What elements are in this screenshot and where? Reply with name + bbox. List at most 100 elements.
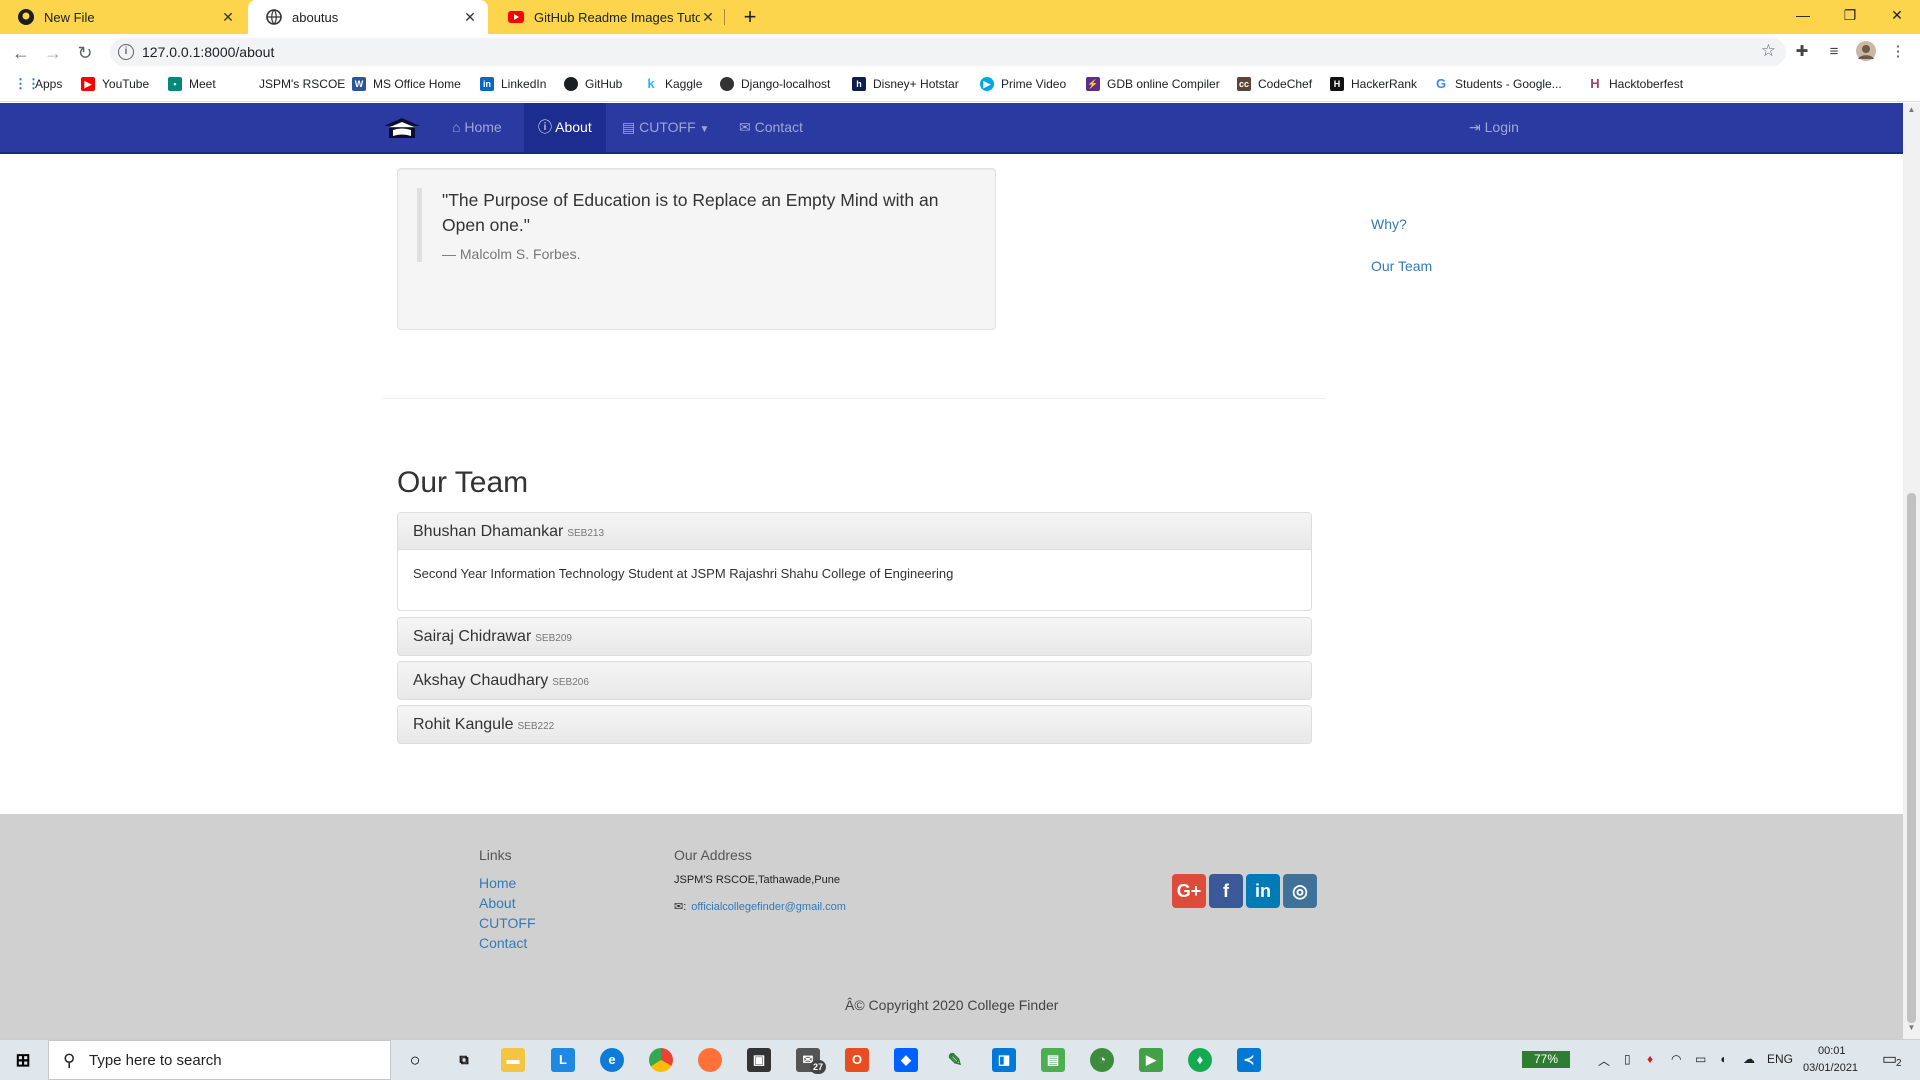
site-info-icon[interactable]: i (118, 44, 134, 60)
bookmark-django[interactable]: Django-localhost (720, 77, 830, 91)
reload-icon[interactable]: ↻ (72, 40, 98, 66)
url-text[interactable]: 127.0.0.1:8000/about (142, 44, 274, 60)
forward-icon[interactable]: → (40, 40, 66, 66)
security-icon[interactable]: ♦ (1647, 1052, 1653, 1066)
nav-about[interactable]: ⓘ About (524, 103, 606, 152)
extensions-icon[interactable]: ✚ (1790, 40, 1814, 64)
bookmark-github[interactable]: GitHub (564, 77, 622, 91)
bookmark-linkedin[interactable]: in LinkedIn (480, 77, 546, 91)
footer-link-about[interactable]: About (479, 895, 516, 911)
chrome-icon[interactable] (649, 1048, 673, 1072)
chart-app-icon[interactable]: ▤ (1041, 1048, 1065, 1072)
task-view-icon[interactable]: ⧉ (452, 1048, 476, 1072)
bookmark-gdb[interactable]: ⚡ GDB online Compiler (1086, 77, 1220, 91)
notification-icon[interactable]: ▭ (1882, 1049, 1897, 1069)
file-explorer-icon[interactable]: ▬ (501, 1048, 525, 1072)
wifi-icon[interactable]: ◠ (1671, 1052, 1681, 1066)
restore-button[interactable]: ❐ (1827, 0, 1873, 30)
bookmark-students-google[interactable]: G Students - Google... (1434, 77, 1562, 92)
bookmark-prime-video[interactable]: ▶ Prime Video (980, 77, 1066, 91)
bookmark-apps[interactable]: ⋮⋮ Apps (14, 77, 62, 92)
bookmark-youtube[interactable]: ▶ YouTube (81, 77, 149, 91)
edge-icon[interactable]: e (600, 1048, 624, 1072)
bookmark-ms-office[interactable]: W MS Office Home (352, 77, 461, 91)
side-nav-why[interactable]: Why? (1371, 216, 1407, 232)
team-member-panel[interactable]: Bhushan Dhamankar SEB213 Second Year Info… (397, 512, 1312, 611)
facebook-icon[interactable]: f (1209, 874, 1243, 908)
battery-percent[interactable]: 77% (1522, 1051, 1570, 1068)
address-bar[interactable]: i 127.0.0.1:8000/about ☆ (110, 38, 1786, 66)
close-tab-icon[interactable]: ✕ (462, 9, 478, 26)
github-icon (18, 9, 34, 25)
pen-tool-icon[interactable]: ✎ (943, 1048, 967, 1072)
profile-avatar[interactable] (1854, 40, 1878, 64)
footer-link-contact[interactable]: Contact (479, 935, 527, 951)
team-member-panel[interactable]: Akshay Chaudhary SEB206 (397, 661, 1312, 700)
scroll-down-arrow-icon[interactable]: ▼ (1903, 1023, 1920, 1037)
app-l-icon[interactable]: L (551, 1048, 575, 1072)
team-member-panel[interactable]: Sairaj Chidrawar SEB209 (397, 617, 1312, 656)
windows-start-icon[interactable]: ⊞ (11, 1048, 35, 1072)
tab-github-readme[interactable]: GitHub Readme Images Tutorial | ✕ (490, 0, 726, 34)
bookmark-hackerrank[interactable]: H HackerRank (1330, 77, 1417, 91)
close-tab-icon[interactable]: ✕ (220, 9, 236, 26)
bookmark-kaggle[interactable]: k Kaggle (644, 77, 702, 92)
bookmark-hotstar[interactable]: h Disney+ Hotstar (852, 77, 959, 91)
bookmark-rscoe[interactable]: JSPM's RSCOE (238, 77, 345, 91)
bird-app-icon[interactable]: ◔ (1090, 1048, 1114, 1072)
team-member-header[interactable]: Bhushan Dhamankar SEB213 (398, 513, 1311, 550)
device-icon[interactable]: ▯ (1624, 1052, 1631, 1066)
team-member-header[interactable]: Sairaj Chidrawar SEB209 (398, 618, 1311, 655)
footer-link-cutoff[interactable]: CUTOFF (479, 915, 536, 931)
store-icon[interactable]: ▣ (747, 1048, 771, 1072)
scrollbar-thumb[interactable] (1907, 493, 1916, 1023)
nav-cutoff-dropdown[interactable]: ▤ CUTOFF ▼ (622, 103, 709, 152)
firefox-icon[interactable] (698, 1048, 722, 1072)
team-member-panel[interactable]: Rohit Kangule SEB222 (397, 705, 1312, 744)
bookmark-codechef[interactable]: cc CodeChef (1237, 77, 1312, 91)
new-tab-button[interactable]: + (737, 4, 763, 30)
bookmark-label: CodeChef (1258, 77, 1313, 91)
minimize-button[interactable]: — (1780, 0, 1826, 30)
footer-link-home[interactable]: Home (479, 875, 516, 891)
taskbar-search-box[interactable]: ⚲ Type here to search (48, 1040, 391, 1080)
cortana-icon[interactable]: ○ (403, 1048, 427, 1072)
nav-login[interactable]: ⇥ Login (1469, 103, 1519, 152)
footer-email-link[interactable]: officialcollegefinder@gmail.com (691, 901, 846, 913)
language-indicator[interactable]: ENG (1767, 1052, 1793, 1066)
nav-contact[interactable]: ✉ Contact (739, 103, 803, 152)
side-nav-our-team[interactable]: Our Team (1371, 258, 1432, 274)
media-app-icon[interactable]: ▶ (1139, 1048, 1163, 1072)
scroll-up-arrow-icon[interactable]: ▲ (1903, 105, 1920, 119)
battery-icon[interactable]: ▭ (1695, 1052, 1706, 1066)
tab-aboutus[interactable]: aboutus ✕ (248, 0, 488, 34)
footer-email[interactable]: ✉: officialcollegefinder@gmail.com (674, 900, 846, 914)
close-window-button[interactable]: ✕ (1874, 0, 1920, 30)
sticky-app-icon[interactable]: ◨ (992, 1048, 1016, 1072)
back-icon[interactable]: ← (8, 40, 34, 66)
nav-home[interactable]: ⌂ Home (452, 103, 502, 152)
bookmark-star-icon[interactable]: ☆ (1761, 41, 1776, 61)
google-plus-icon[interactable]: G+ (1172, 874, 1206, 908)
close-tab-icon[interactable]: ✕ (700, 9, 716, 26)
volume-icon[interactable]: ◖ (1719, 1052, 1726, 1066)
college-logo-icon[interactable] (383, 116, 421, 147)
bookmark-hacktoberfest[interactable]: H Hacktoberfest (1588, 77, 1683, 92)
media-icon[interactable]: ≡ (1822, 40, 1846, 64)
linkedin-icon[interactable]: in (1246, 874, 1280, 908)
office-icon[interactable]: O (845, 1048, 869, 1072)
onedrive-icon[interactable]: ☁ (1743, 1052, 1755, 1066)
team-member-header[interactable]: Akshay Chaudhary SEB206 (398, 662, 1311, 699)
mongodb-icon[interactable]: ♦ (1188, 1048, 1212, 1072)
show-hidden-icons-icon[interactable]: ︿ (1598, 1052, 1610, 1069)
team-member-header[interactable]: Rohit Kangule SEB222 (398, 706, 1311, 743)
tab-new-file[interactable]: New File ✕ (0, 0, 246, 34)
vscode-icon[interactable]: ≺ (1237, 1048, 1261, 1072)
instagram-icon[interactable]: ◎ (1283, 874, 1317, 908)
page-scrollbar[interactable]: ▲ ▼ (1903, 103, 1920, 1039)
bookmark-meet[interactable]: ▪ Meet (168, 77, 216, 91)
dropbox-icon[interactable]: ◆ (894, 1048, 918, 1072)
clock-time[interactable]: 00:01 (1818, 1045, 1846, 1057)
menu-kebab-icon[interactable]: ⋮ (1886, 40, 1910, 64)
clock-date[interactable]: 03/01/2021 (1803, 1062, 1858, 1074)
